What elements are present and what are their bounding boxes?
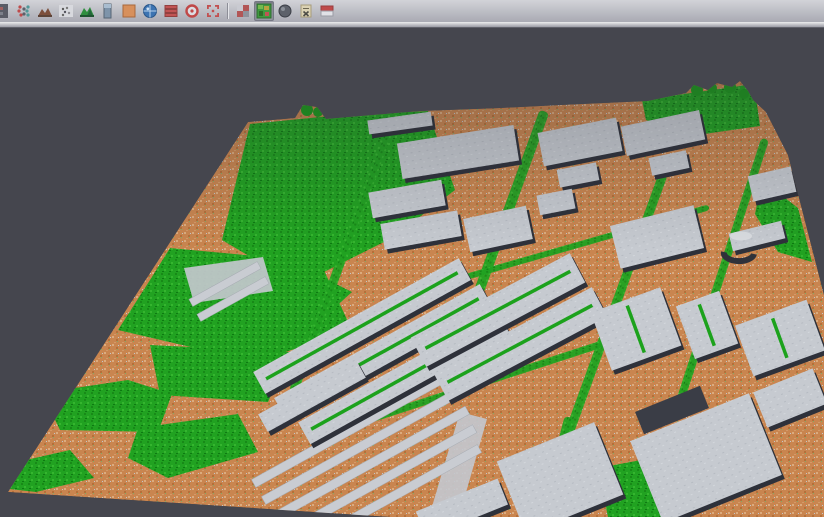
toolbar-group-separator xyxy=(227,3,229,19)
terrain-brown-icon[interactable] xyxy=(35,1,55,21)
ortho-tile-icon-glyph xyxy=(121,3,137,19)
align-points-icon[interactable] xyxy=(14,1,34,21)
viewport-3d[interactable] xyxy=(0,28,824,517)
selection-red-icon-glyph xyxy=(205,3,221,19)
target-red-icon[interactable] xyxy=(182,1,202,21)
layers-red-icon[interactable] xyxy=(161,1,181,21)
terrain-mesh xyxy=(0,80,824,517)
scene-canvas xyxy=(0,28,824,517)
report-discard-icon-glyph xyxy=(298,3,314,19)
clipped-tool-icon-glyph xyxy=(0,3,11,19)
terrain-brown-icon-glyph xyxy=(37,3,53,19)
sphere-dark-icon-glyph xyxy=(277,3,293,19)
selection-red-icon[interactable] xyxy=(203,1,223,21)
vegetation-patch xyxy=(42,380,172,432)
globe-icon-glyph xyxy=(142,3,158,19)
classified-map-icon[interactable] xyxy=(254,1,274,21)
flag-red-icon-glyph xyxy=(319,3,335,19)
align-points-icon-glyph xyxy=(16,3,32,19)
sparse-points-icon[interactable] xyxy=(56,1,76,21)
layers-red-icon-glyph xyxy=(163,3,179,19)
ortho-tile-icon[interactable] xyxy=(119,1,139,21)
classified-map-icon-glyph xyxy=(256,3,272,19)
flag-red-icon[interactable] xyxy=(317,1,337,21)
profile-column-icon[interactable] xyxy=(98,1,118,21)
sparse-points-icon-glyph xyxy=(58,3,74,19)
clipped-tool-icon[interactable] xyxy=(0,1,13,21)
profile-column-icon-glyph xyxy=(100,3,116,19)
checker-red-icon-glyph xyxy=(235,3,251,19)
main-toolbar xyxy=(0,0,824,22)
terrain-green-icon[interactable] xyxy=(77,1,97,21)
terrain-green-icon-glyph xyxy=(79,3,95,19)
globe-icon[interactable] xyxy=(140,1,160,21)
target-red-icon-glyph xyxy=(184,3,200,19)
checker-red-icon[interactable] xyxy=(233,1,253,21)
sphere-dark-icon[interactable] xyxy=(275,1,295,21)
report-discard-icon[interactable] xyxy=(296,1,316,21)
